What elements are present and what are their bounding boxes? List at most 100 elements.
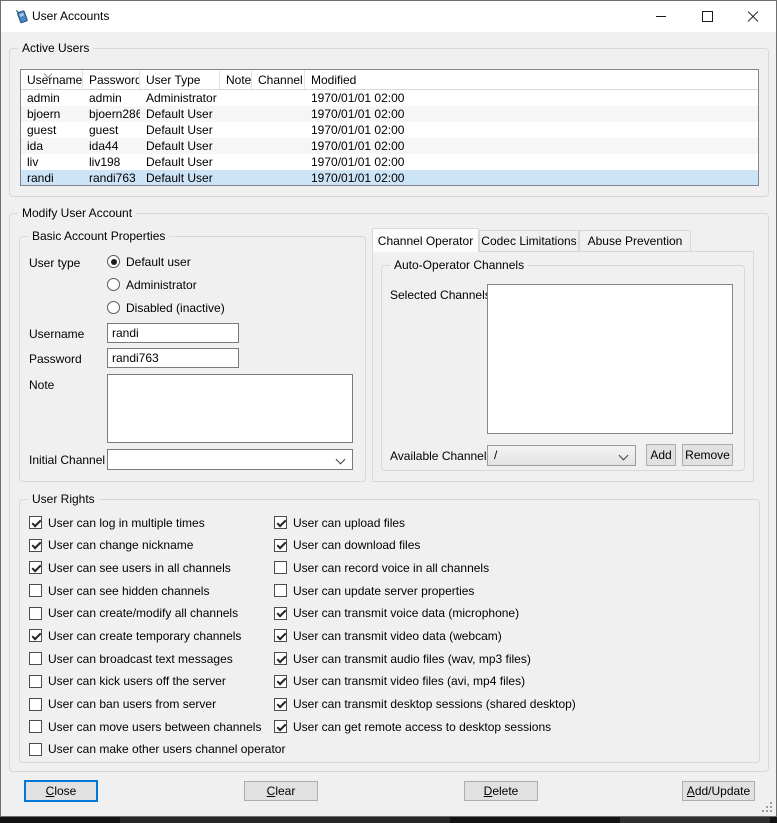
user-right-user-can-see-users-in-all-channels[interactable]: User can see users in all channels [29,560,285,575]
checkbox-icon[interactable] [29,652,42,665]
minimize-button[interactable] [638,1,684,32]
user-right-user-can-see-hidden-channels[interactable]: User can see hidden channels [29,583,285,598]
user-right-user-can-get-remote-access-to-desktop-sessions[interactable]: User can get remote access to desktop se… [274,719,576,734]
checkbox-icon[interactable] [274,584,287,597]
user-right-user-can-change-nickname[interactable]: User can change nickname [29,538,285,553]
selected-channels-listbox[interactable] [487,284,733,434]
table-row-guest[interactable]: guestguestDefault User1970/01/01 02:00 [21,122,758,138]
add-update-button[interactable]: Add/Update [682,781,755,801]
checkbox-icon[interactable] [29,743,42,756]
user-right-user-can-broadcast-text-messages[interactable]: User can broadcast text messages [29,651,285,666]
table-header: UsernamePasswordUser TypeNoteChannelModi… [21,70,758,90]
username-input[interactable] [107,323,239,343]
maximize-button[interactable] [684,1,730,32]
cell-user_type: Default User [140,106,220,122]
cell-password: randi763 [83,170,140,186]
cell-modified: 1970/01/01 02:00 [305,154,758,170]
column-header-modified[interactable]: Modified [305,70,758,89]
user-right-label: User can make other users channel operat… [48,742,285,756]
user-right-user-can-transmit-desktop-sessions-shared-desktop[interactable]: User can transmit desktop sessions (shar… [274,697,576,712]
radio-icon[interactable] [107,278,120,291]
radio-administrator[interactable]: Administrator [107,277,225,292]
checkbox-icon[interactable] [29,629,42,642]
cell-password: ida44 [83,138,140,154]
checkbox-icon[interactable] [29,720,42,733]
user-right-user-can-make-other-users-channel-operator[interactable]: User can make other users channel operat… [29,742,285,757]
user-right-label: User can broadcast text messages [48,652,233,666]
add-channel-button[interactable]: Add [646,444,676,466]
cell-username: guest [21,122,83,138]
checkbox-icon[interactable] [274,539,287,552]
table-row-liv[interactable]: livliv198Default User1970/01/01 02:00 [21,154,758,170]
delete-button[interactable]: Delete [464,781,538,801]
checkbox-icon[interactable] [274,561,287,574]
checkbox-icon[interactable] [29,675,42,688]
available-channels-combobox[interactable]: / [487,445,636,466]
user-accounts-dialog: User Accounts Active Users UsernamePassw… [0,0,777,817]
table-row-ida[interactable]: idaida44Default User1970/01/01 02:00 [21,138,758,154]
close-button[interactable]: Close [24,780,98,802]
radio-disabled-inactive[interactable]: Disabled (inactive) [107,300,225,315]
sort-indicator-icon [44,70,52,78]
chevron-down-icon [619,451,629,461]
user-right-user-can-transmit-video-files-avi-mp4-files[interactable]: User can transmit video files (avi, mp4 … [274,674,576,689]
column-header-username[interactable]: Username [21,70,83,89]
column-header-note[interactable]: Note [220,70,252,89]
user-right-user-can-transmit-video-data-webcam[interactable]: User can transmit video data (webcam) [274,628,576,643]
user-right-user-can-ban-users-from-server[interactable]: User can ban users from server [29,697,285,712]
password-input[interactable] [107,348,239,368]
chevron-down-icon [336,455,346,465]
user-right-user-can-kick-users-off-the-server[interactable]: User can kick users off the server [29,674,285,689]
column-header-password[interactable]: Password [83,70,140,89]
user-right-user-can-create-modify-all-channels[interactable]: User can create/modify all channels [29,606,285,621]
remove-channel-button[interactable]: Remove [682,444,733,466]
user-right-user-can-transmit-audio-files-wav-mp3-files[interactable]: User can transmit audio files (wav, mp3 … [274,651,576,666]
table-row-admin[interactable]: adminadminAdministrator1970/01/01 02:00 [21,90,758,106]
cell-username: liv [21,154,83,170]
password-label: Password [29,352,82,367]
clear-button[interactable]: Clear [244,781,318,801]
checkbox-icon[interactable] [29,561,42,574]
cell-modified: 1970/01/01 02:00 [305,138,758,154]
user-type-label: User type [29,256,80,271]
user-right-user-can-update-server-properties[interactable]: User can update server properties [274,583,576,598]
user-right-user-can-move-users-between-channels[interactable]: User can move users between channels [29,719,285,734]
initial-channel-combobox[interactable] [107,449,353,470]
checkbox-icon[interactable] [274,652,287,665]
cell-note [220,170,252,186]
radio-icon[interactable] [107,301,120,314]
user-right-label: User can ban users from server [48,697,216,711]
checkbox-icon[interactable] [29,607,42,620]
checkbox-icon[interactable] [274,698,287,711]
column-header-user-type[interactable]: User Type [140,70,220,89]
table-row-bjoern[interactable]: bjoernbjoern286Default User1970/01/01 02… [21,106,758,122]
checkbox-icon[interactable] [29,698,42,711]
user-right-user-can-transmit-voice-data-microphone[interactable]: User can transmit voice data (microphone… [274,606,576,621]
checkbox-icon[interactable] [274,720,287,733]
radio-icon[interactable] [107,255,120,268]
user-right-user-can-record-voice-in-all-channels[interactable]: User can record voice in all channels [274,560,576,575]
user-right-user-can-download-files[interactable]: User can download files [274,538,576,553]
checkbox-icon[interactable] [29,539,42,552]
resize-grip-icon[interactable] [762,802,772,812]
checkbox-icon[interactable] [274,675,287,688]
user-rights-right-column: User can upload files User can download f… [274,515,576,742]
tab-channel-operator[interactable]: Channel Operator [372,228,479,252]
radio-default-user[interactable]: Default user [107,254,225,269]
user-right-user-can-log-in-multiple-times[interactable]: User can log in multiple times [29,515,285,530]
tab-codec-limitations[interactable]: Codec Limitations [479,230,579,251]
checkbox-icon[interactable] [29,584,42,597]
cell-modified: 1970/01/01 02:00 [305,122,758,138]
table-row-randi[interactable]: randirandi763Default User1970/01/01 02:0… [21,170,758,186]
user-right-user-can-create-temporary-channels[interactable]: User can create temporary channels [29,628,285,643]
checkbox-icon[interactable] [274,607,287,620]
note-textarea[interactable] [107,374,353,443]
close-window-button[interactable] [730,1,776,32]
checkbox-icon[interactable] [29,516,42,529]
checkbox-icon[interactable] [274,516,287,529]
tab-abuse-prevention[interactable]: Abuse Prevention [579,230,691,251]
user-right-user-can-upload-files[interactable]: User can upload files [274,515,576,530]
checkbox-icon[interactable] [274,629,287,642]
column-header-channel[interactable]: Channel [252,70,305,89]
title-bar[interactable]: User Accounts [1,1,776,32]
